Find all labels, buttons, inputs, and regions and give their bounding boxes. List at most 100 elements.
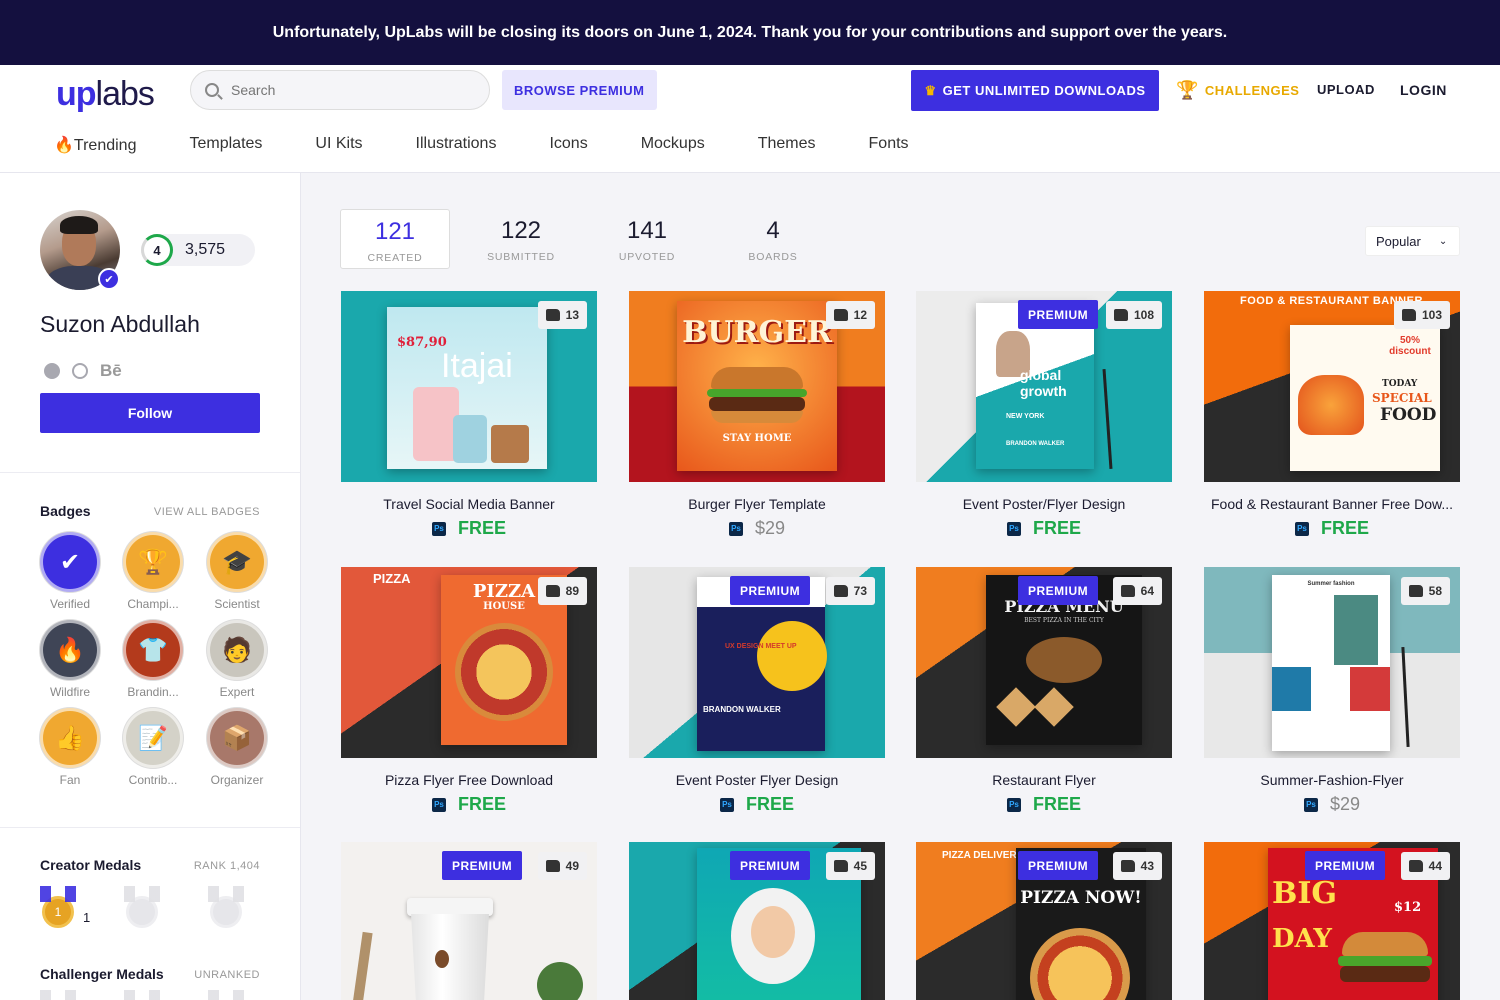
- badge-item[interactable]: ✔ Verified: [40, 532, 100, 611]
- upvote-button[interactable]: 58: [1400, 577, 1450, 605]
- nav-item-themes[interactable]: Themes: [758, 135, 816, 155]
- get-unlimited-downloads-button[interactable]: ♛ GET UNLIMITED DOWNLOADS: [911, 70, 1159, 111]
- view-all-badges-link[interactable]: VIEW ALL BADGES: [154, 506, 260, 518]
- photoshop-icon: Ps: [1303, 797, 1318, 812]
- upvote-button[interactable]: 108: [1105, 301, 1162, 329]
- card-title[interactable]: Travel Social Media Banner: [341, 496, 597, 512]
- design-card[interactable]: PIZZA DELIVERY PIZZA NOW! PREMIUM 43: [916, 842, 1172, 1000]
- badge-label: Brandin...: [127, 685, 179, 699]
- card-title[interactable]: Event Poster/Flyer Design: [916, 496, 1172, 512]
- premium-badge: PREMIUM: [1018, 300, 1099, 329]
- dribbble-icon[interactable]: [72, 363, 88, 379]
- upvote-button[interactable]: 73: [825, 577, 875, 605]
- design-card[interactable]: PIZZA MENU BEST PIZZA IN THE CITY PREMIU…: [916, 567, 1172, 815]
- challenges-link[interactable]: 🏆 CHALLENGES: [1176, 80, 1299, 101]
- badge-label: Wildfire: [49, 685, 90, 699]
- design-card[interactable]: BURGER STAY HOME 12 Burger Flyer Templat…: [629, 291, 885, 539]
- uplabs-logo[interactable]: uplabs: [56, 75, 155, 114]
- badge-item[interactable]: 📝 Contrib...: [123, 708, 183, 787]
- card-thumbnail[interactable]: PIZZA MENU BEST PIZZA IN THE CITY PREMIU…: [916, 567, 1172, 758]
- badge-label: Contrib...: [128, 773, 178, 787]
- badge-item[interactable]: 🧑 Expert: [207, 620, 267, 699]
- design-card[interactable]: Summer fashion 58 Summer-Fashion-Flyer P…: [1204, 567, 1460, 815]
- upvote-button[interactable]: 89: [537, 577, 587, 605]
- nav-item-trending[interactable]: 🔥Trending: [54, 135, 136, 155]
- upvote-button[interactable]: 45: [825, 852, 875, 880]
- tab-boards[interactable]: 4 BOARDS: [718, 209, 828, 269]
- level-points-pill[interactable]: 4 3,575: [141, 234, 255, 266]
- expert-icon: 🧑: [207, 620, 267, 680]
- upvote-button[interactable]: 13: [537, 301, 587, 329]
- card-title[interactable]: Burger Flyer Template: [629, 496, 885, 512]
- browse-premium-button[interactable]: BROWSE PREMIUM: [502, 70, 657, 110]
- search-box[interactable]: [190, 70, 490, 110]
- card-title[interactable]: Pizza Flyer Free Download: [341, 772, 597, 788]
- card-thumbnail[interactable]: Summer fashion 58: [1204, 567, 1460, 758]
- follow-button[interactable]: Follow: [40, 393, 260, 433]
- upvote-button[interactable]: 43: [1112, 852, 1162, 880]
- card-title[interactable]: Restaurant Flyer: [916, 772, 1172, 788]
- profile-stats-tabs: 121 CREATED 122 SUBMITTED 141 UPVOTED 4 …: [340, 209, 844, 269]
- upvote-button[interactable]: 44: [1400, 852, 1450, 880]
- login-link[interactable]: LOGIN: [1400, 82, 1447, 98]
- upload-link[interactable]: UPLOAD: [1317, 82, 1375, 97]
- card-thumbnail[interactable]: BIG DAY $12 PREMIUM 44: [1204, 842, 1460, 1000]
- nav-item-icons[interactable]: Icons: [549, 135, 587, 155]
- card-thumbnail[interactable]: global growth NEW YORK BRANDON WALKER PR…: [916, 291, 1172, 482]
- card-thumbnail[interactable]: $87,90 Itajai 13: [341, 291, 597, 482]
- card-title[interactable]: Food & Restaurant Banner Free Dow...: [1204, 496, 1460, 512]
- design-card[interactable]: BIG DAY $12 PREMIUM 44: [1204, 842, 1460, 1000]
- tab-submitted[interactable]: 122 SUBMITTED: [466, 209, 576, 269]
- card-thumbnail[interactable]: PIZZA PIZZA HOUSE 89: [341, 567, 597, 758]
- badge-item[interactable]: 🔥 Wildfire: [40, 620, 100, 699]
- tab-upvoted[interactable]: 141 UPVOTED: [592, 209, 702, 269]
- upvote-button[interactable]: 49: [537, 852, 587, 880]
- design-card[interactable]: UX DESIGN MEET UP BRANDON WALKER PREMIUM…: [629, 567, 885, 815]
- card-thumbnail[interactable]: BURGER STAY HOME 12: [629, 291, 885, 482]
- design-card[interactable]: PIZZA PIZZA HOUSE 89 Pizza Flyer Free Do…: [341, 567, 597, 815]
- design-card[interactable]: FOOD & RESTAURANT BANNER 50% discount TO…: [1204, 291, 1460, 539]
- badge-item[interactable]: 👍 Fan: [40, 708, 100, 787]
- nav-item-fonts[interactable]: Fonts: [869, 135, 909, 155]
- badge-item[interactable]: 📦 Organizer: [207, 708, 267, 787]
- challenger-medal-icon: [40, 990, 76, 1000]
- photoshop-icon: Ps: [1006, 521, 1021, 536]
- design-card[interactable]: $87,90 Itajai 13 Travel Social Media Ban…: [341, 291, 597, 539]
- banner-text: Unfortunately, UpLabs will be closing it…: [272, 23, 1228, 41]
- card-thumbnail[interactable]: UX DESIGN MEET UP BRANDON WALKER PREMIUM…: [629, 567, 885, 758]
- nav-item-templates[interactable]: Templates: [189, 135, 262, 155]
- divider: [0, 827, 300, 828]
- tab-created[interactable]: 121 CREATED: [340, 209, 450, 269]
- globe-icon[interactable]: [44, 363, 60, 379]
- nav-item-illustrations[interactable]: Illustrations: [416, 135, 497, 155]
- card-title[interactable]: Summer-Fashion-Flyer: [1204, 772, 1460, 788]
- card-thumbnail[interactable]: PIZZA DELIVERY PIZZA NOW! PREMIUM 43: [916, 842, 1172, 1000]
- design-card[interactable]: global growth NEW YORK BRANDON WALKER PR…: [916, 291, 1172, 539]
- trophy-icon: 🏆: [1176, 80, 1199, 100]
- nav-item-ui-kits[interactable]: UI Kits: [315, 135, 362, 155]
- upvote-button[interactable]: 12: [825, 301, 875, 329]
- card-thumbnail[interactable]: PREMIUM 49: [341, 842, 597, 1000]
- challenger-medal-icon: [208, 990, 244, 1000]
- photoshop-icon: Ps: [1006, 797, 1021, 812]
- sort-value: Popular: [1376, 233, 1421, 249]
- sort-dropdown[interactable]: Popular ⌄: [1365, 226, 1460, 256]
- thumbs-up-icon: 👍: [40, 708, 100, 768]
- badge-label: Fan: [59, 773, 81, 787]
- badge-item[interactable]: 🏆 Champi...: [123, 532, 183, 611]
- upvote-button[interactable]: 64: [1112, 577, 1162, 605]
- card-thumbnail[interactable]: FOOD & RESTAURANT BANNER 50% discount TO…: [1204, 291, 1460, 482]
- nav-item-mockups[interactable]: Mockups: [641, 135, 705, 155]
- badge-item[interactable]: 🎓 Scientist: [207, 532, 267, 611]
- card-title[interactable]: Event Poster Flyer Design: [629, 772, 885, 788]
- card-thumbnail[interactable]: PREMIUM 45: [629, 842, 885, 1000]
- thumbs-up-icon: [833, 860, 848, 872]
- search-input[interactable]: [231, 82, 451, 98]
- design-card[interactable]: PREMIUM 45: [629, 842, 885, 1000]
- upvote-button[interactable]: 103: [1393, 301, 1450, 329]
- card-price: FREE: [1032, 794, 1081, 814]
- design-card[interactable]: PREMIUM 49: [341, 842, 597, 1000]
- behance-icon[interactable]: Bē: [100, 361, 122, 381]
- badge-item[interactable]: 👕 Brandin...: [123, 620, 183, 699]
- premium-badge: PREMIUM: [1305, 851, 1386, 880]
